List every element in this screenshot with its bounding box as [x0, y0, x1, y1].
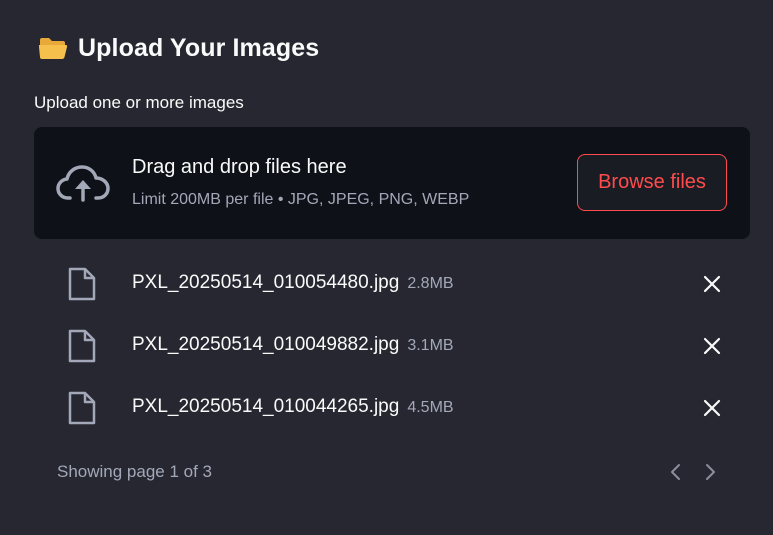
chevron-left-icon: [671, 464, 680, 480]
dropzone-limit-text: Limit 200MB per file • JPG, JPEG, PNG, W…: [132, 191, 470, 208]
file-icon: [66, 266, 98, 302]
chevron-right-icon: [706, 464, 715, 480]
file-size: 3.1MB: [407, 337, 454, 354]
file-size: 2.8MB: [407, 275, 454, 292]
uploader-heading: Upload Your Images: [38, 30, 319, 66]
cloud-upload-icon: [56, 164, 110, 204]
file-size: 4.5MB: [407, 399, 454, 416]
file-uploader-panel: Upload Your Images Upload one or more im…: [0, 0, 773, 535]
uploaded-file-item: PXL_20250514_010044265.jpg 4.5MB: [56, 376, 736, 438]
file-name: PXL_20250514_010049882.jpg 3.1MB: [132, 334, 454, 356]
browse-files-button[interactable]: Browse files: [577, 154, 727, 211]
page-title: Upload Your Images: [78, 33, 320, 62]
remove-file-button[interactable]: [702, 398, 722, 418]
uploader-label: Upload one or more images: [34, 93, 244, 112]
remove-file-button[interactable]: [702, 274, 722, 294]
close-icon: [703, 399, 721, 417]
previous-page-button[interactable]: [668, 462, 684, 482]
file-name: PXL_20250514_010054480.jpg 2.8MB: [132, 272, 454, 294]
next-page-button[interactable]: [702, 462, 718, 482]
file-icon: [66, 390, 98, 426]
file-name-text: PXL_20250514_010054480.jpg: [132, 272, 400, 293]
open-folder-icon: [38, 36, 68, 60]
uploaded-file-item: PXL_20250514_010054480.jpg 2.8MB: [56, 252, 736, 314]
dropzone-main-text: Drag and drop files here: [132, 156, 347, 178]
uploaded-file-list: PXL_20250514_010054480.jpg 2.8MB PXL_2025…: [56, 252, 736, 438]
file-name-text: PXL_20250514_010049882.jpg: [132, 334, 400, 355]
pagination-status: Showing page 1 of 3: [57, 462, 213, 481]
uploaded-file-item: PXL_20250514_010049882.jpg 3.1MB: [56, 314, 736, 376]
dropzone-instructions: Drag and drop files here Limit 200MB per…: [132, 154, 469, 210]
close-icon: [703, 275, 721, 293]
close-icon: [703, 337, 721, 355]
file-dropzone[interactable]: Drag and drop files here Limit 200MB per…: [34, 127, 750, 239]
file-icon: [66, 328, 98, 364]
file-name-text: PXL_20250514_010044265.jpg: [132, 396, 400, 417]
file-name: PXL_20250514_010044265.jpg 4.5MB: [132, 396, 454, 418]
remove-file-button[interactable]: [702, 336, 722, 356]
